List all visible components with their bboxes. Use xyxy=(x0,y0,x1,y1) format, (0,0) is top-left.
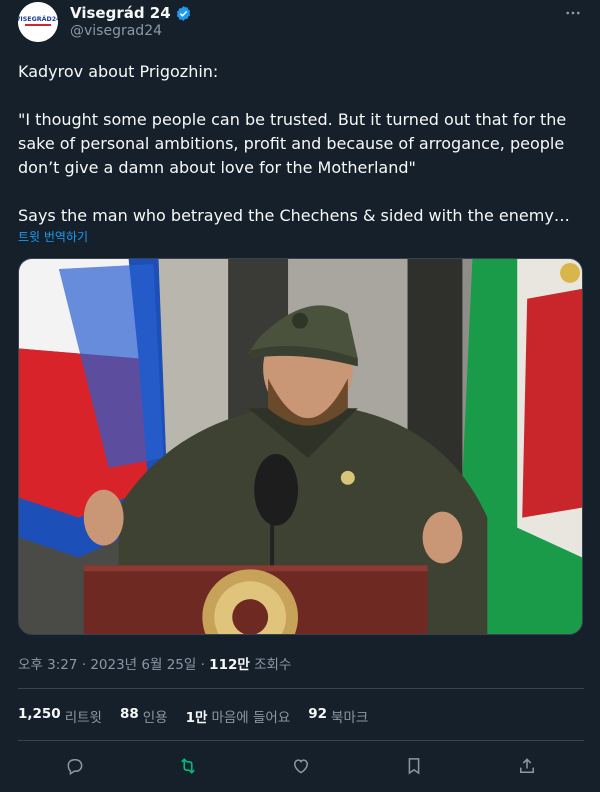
likes-count: 1만 xyxy=(185,710,208,726)
likes-label: 마음에 들어요 xyxy=(211,710,291,726)
tweet-text: Kadyrov about Prigozhin: "I thought some… xyxy=(18,62,570,225)
views-count: 112만 xyxy=(209,657,250,673)
translate-link[interactable]: 트윗 번역하기 xyxy=(18,228,88,245)
retweets-stat[interactable]: 1,250 리트윗 xyxy=(18,706,102,726)
share-button[interactable] xyxy=(513,752,541,780)
more-icon[interactable] xyxy=(562,2,584,24)
views-label: 조회수 xyxy=(249,657,292,673)
avatar-text: VISEGRÁD24 xyxy=(18,14,58,23)
photo-speaker-podium xyxy=(19,259,582,634)
divider xyxy=(18,688,584,689)
verified-badge-icon xyxy=(176,5,190,21)
author-handle[interactable]: @visegrad24 xyxy=(70,23,162,39)
author-name-row: Visegrád 24 xyxy=(70,4,192,22)
bookmarks-label: 북마크 xyxy=(331,710,369,726)
meta-separator: · xyxy=(196,657,210,673)
meta-separator: · xyxy=(77,657,91,673)
bookmark-button[interactable] xyxy=(400,752,428,780)
share-icon xyxy=(520,758,535,773)
divider xyxy=(18,740,584,741)
bookmarks-count: 92 xyxy=(308,706,328,722)
avatar[interactable]: VISEGRÁD24 xyxy=(18,2,58,42)
like-button[interactable] xyxy=(287,752,315,780)
retweets-count: 1,250 xyxy=(18,706,61,722)
bookmark-icon xyxy=(408,758,420,775)
author-display-name[interactable]: Visegrád 24 xyxy=(70,4,171,22)
tweet-header: VISEGRÁD24 Visegrád 24 @visegrad24 xyxy=(18,2,584,42)
engagement-stats: 1,250 리트윗 88 인용 1만 마음에 들어요 92 북마크 xyxy=(18,706,368,726)
action-bar xyxy=(18,752,584,780)
likes-stat[interactable]: 1만 마음에 들어요 xyxy=(186,706,291,726)
tweet-meta: 오후 3:27 · 2023년 6월 25일 · 112만 조회수 xyxy=(18,653,291,673)
reply-button[interactable] xyxy=(61,752,89,780)
quotes-count: 88 xyxy=(119,706,139,722)
retweet-button[interactable] xyxy=(174,752,202,780)
tweet-date[interactable]: 2023년 6월 25일 xyxy=(90,657,196,673)
retweet-icon xyxy=(180,758,195,774)
quotes-label: 인용 xyxy=(142,710,168,726)
heart-icon xyxy=(293,759,308,774)
bookmarks-stat[interactable]: 92 북마크 xyxy=(308,706,368,726)
tweet-photo[interactable] xyxy=(18,258,583,635)
quotes-stat[interactable]: 88 인용 xyxy=(120,706,168,726)
retweets-label: 리트윗 xyxy=(64,710,102,726)
reply-icon xyxy=(67,759,83,776)
avatar-logo-icon: VISEGRÁD24 xyxy=(18,2,58,42)
tweet-time[interactable]: 오후 3:27 xyxy=(18,657,77,673)
